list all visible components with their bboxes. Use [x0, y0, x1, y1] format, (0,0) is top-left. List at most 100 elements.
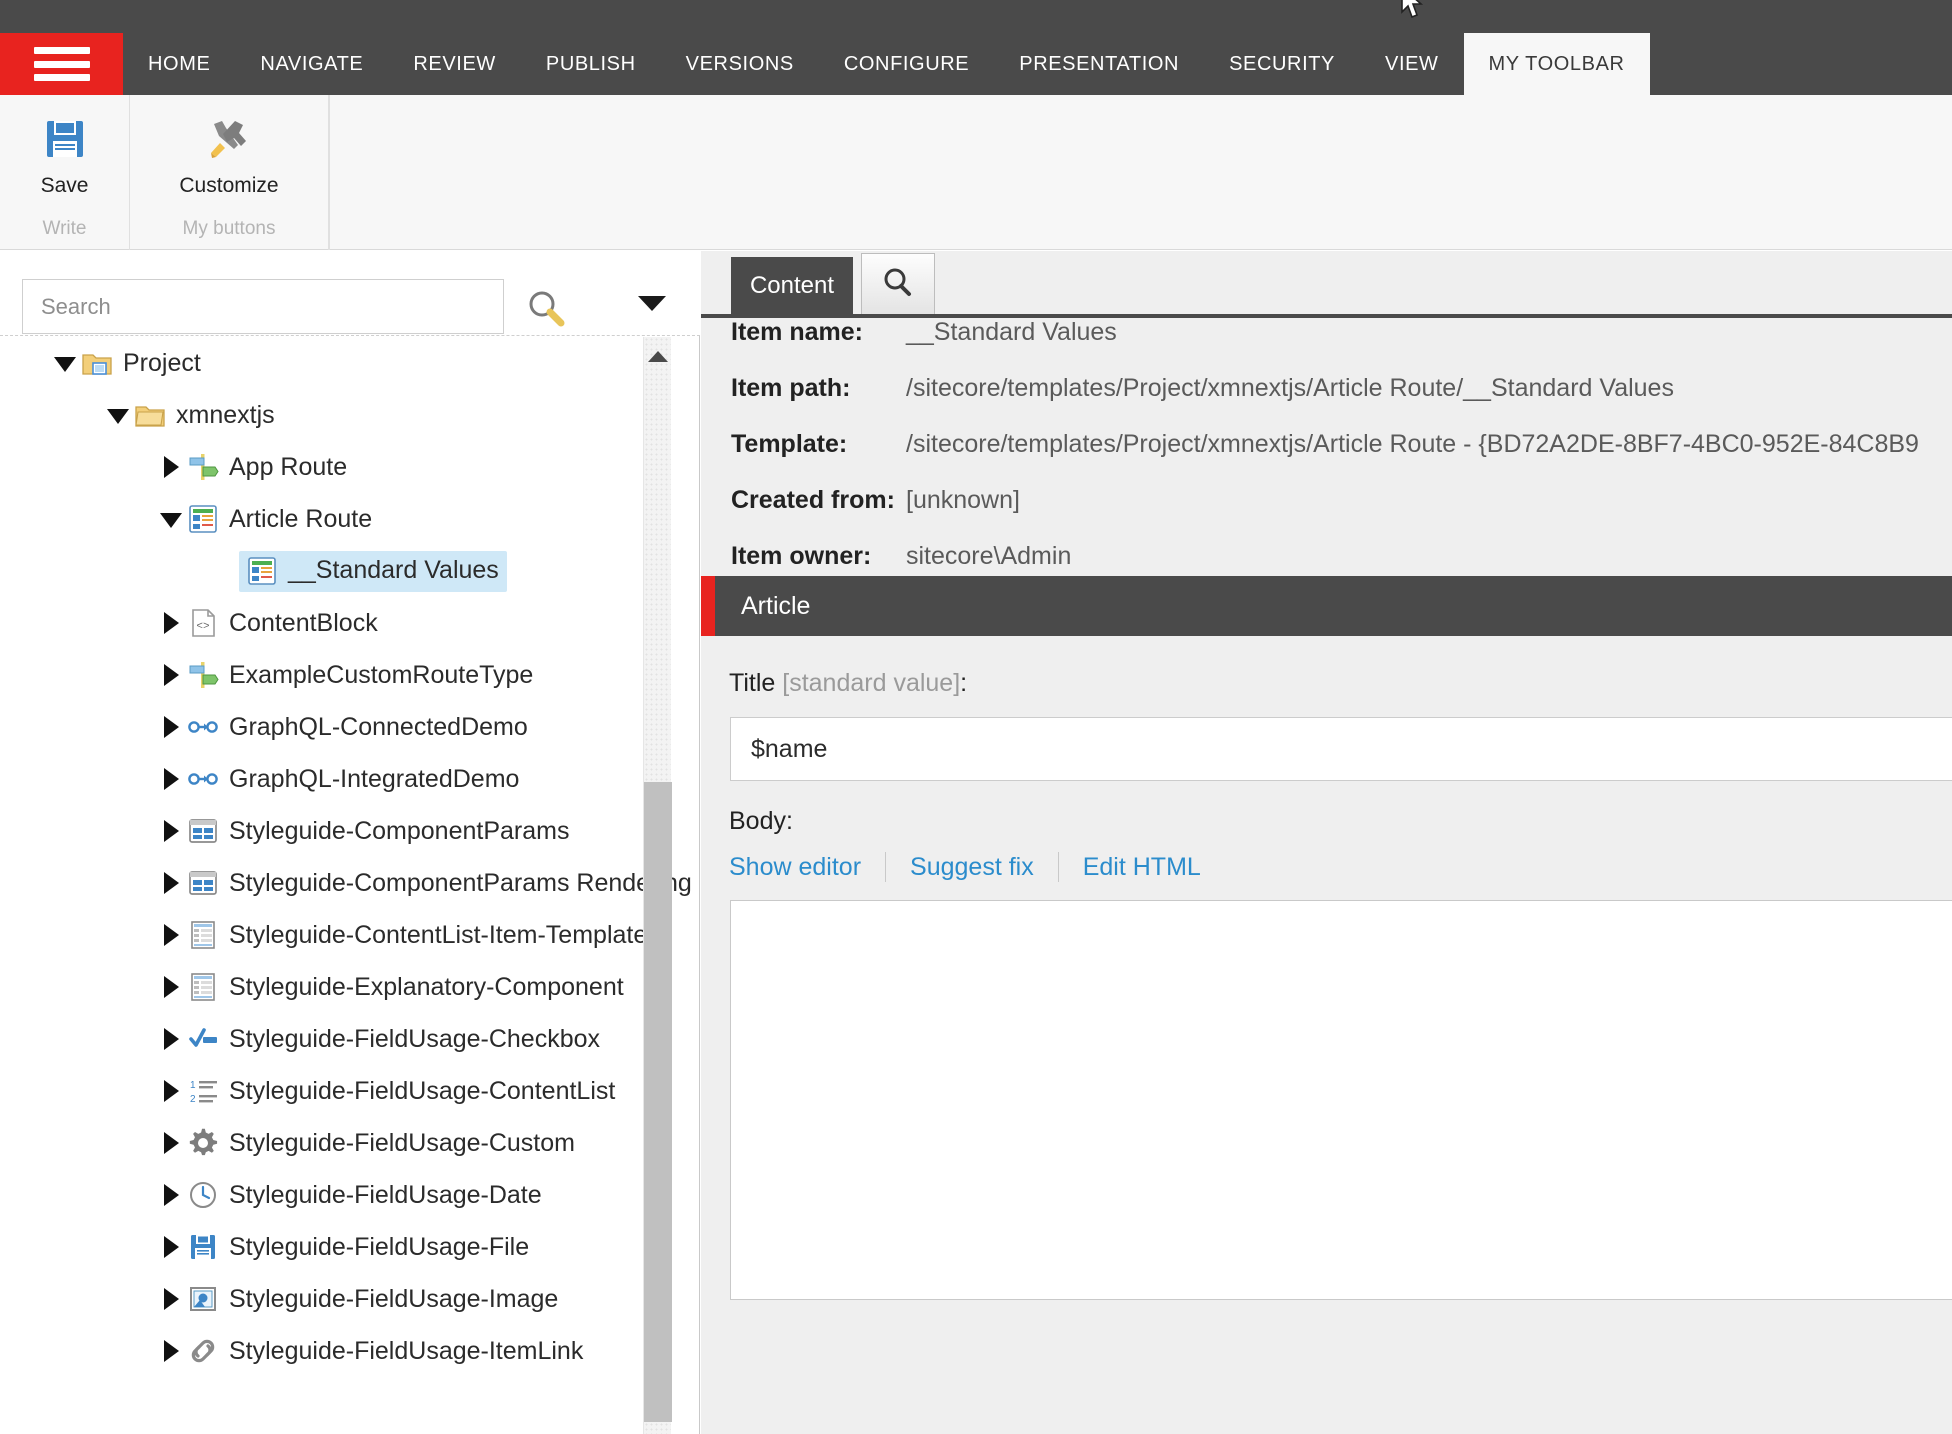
- tree-toggle-closed-icon[interactable]: [156, 1117, 186, 1169]
- section-accent-bar: [701, 576, 715, 636]
- tree-item-xmnextjs[interactable]: xmnextjs: [0, 389, 672, 441]
- field-body-editor[interactable]: [730, 900, 1952, 1300]
- ribbon-tab-configure[interactable]: CONFIGURE: [819, 33, 994, 95]
- ribbon-tab-security[interactable]: SECURITY: [1204, 33, 1360, 95]
- tree-item-content[interactable]: Styleguide-ContentList-Item-Template: [186, 918, 647, 952]
- tree-toggle-closed-icon[interactable]: [156, 441, 186, 493]
- ribbon-tab-publish[interactable]: PUBLISH: [521, 33, 661, 95]
- ribbon-tab-navigate[interactable]: NAVIGATE: [235, 33, 388, 95]
- link-divider: [885, 852, 887, 882]
- body-link-suggest-fix[interactable]: Suggest fix: [910, 853, 1034, 882]
- tree-item-content[interactable]: GraphQL-ConnectedDemo: [186, 710, 528, 744]
- tree-toggle-closed-icon[interactable]: [156, 1221, 186, 1273]
- tree-item-content[interactable]: Project: [80, 346, 201, 380]
- tab-content[interactable]: Content: [731, 257, 853, 314]
- scroll-up-arrow-icon[interactable]: [647, 351, 668, 362]
- tree-item-content[interactable]: Styleguide-FieldUsage-ItemLink: [186, 1334, 583, 1368]
- ribbon-tab-presentation[interactable]: PRESENTATION: [994, 33, 1204, 95]
- tree-item-styleguide-fieldusage-custom[interactable]: Styleguide-FieldUsage-Custom: [0, 1117, 672, 1169]
- template-icon: [186, 502, 220, 536]
- tree-toggle-closed-icon[interactable]: [156, 597, 186, 649]
- metadata-row: Created from: [unknown]: [701, 486, 1952, 542]
- tree-item-examplecustomroutetype[interactable]: ExampleCustomRouteType: [0, 649, 672, 701]
- tree-toggle-closed-icon[interactable]: [156, 961, 186, 1013]
- tree-item-content[interactable]: Styleguide-ComponentParams Rendering: [186, 866, 692, 900]
- tree-item-styleguide-contentlist-item-template[interactable]: Styleguide-ContentList-Item-Template: [0, 909, 672, 961]
- tree-item-styleguide-componentparams-rendering[interactable]: Styleguide-ComponentParams Rendering: [0, 857, 692, 909]
- tree-toggle-closed-icon[interactable]: [156, 753, 186, 805]
- tree-toggle-closed-icon[interactable]: [156, 1013, 186, 1065]
- tree-item-content[interactable]: ExampleCustomRouteType: [186, 658, 533, 692]
- hamburger-icon[interactable]: [0, 33, 123, 95]
- tree-item-content[interactable]: Styleguide-ComponentParams: [186, 814, 569, 848]
- tree-item-content[interactable]: 1 2 Styleguide-FieldUsage-ContentList: [186, 1074, 615, 1108]
- tab-search[interactable]: [861, 253, 935, 317]
- tree-item-contentblock[interactable]: <> ContentBlock: [0, 597, 672, 649]
- body-link-edit-html[interactable]: Edit HTML: [1083, 853, 1201, 882]
- tree-toggle-closed-icon[interactable]: [156, 649, 186, 701]
- save-button[interactable]: Save: [0, 113, 129, 198]
- tree-item-styleguide-fieldusage-checkbox[interactable]: Styleguide-FieldUsage-Checkbox: [0, 1013, 672, 1065]
- tree-toggle-closed-icon[interactable]: [156, 909, 186, 961]
- ribbon-tab-review[interactable]: REVIEW: [388, 33, 521, 95]
- tree-item-graphql-integrateddemo[interactable]: GraphQL-IntegratedDemo: [0, 753, 672, 805]
- tree-toggle-closed-icon[interactable]: [156, 805, 186, 857]
- search-input[interactable]: [23, 280, 503, 333]
- tree-toggle-closed-icon[interactable]: [156, 857, 186, 909]
- chevron-down-icon[interactable]: [638, 296, 666, 311]
- tree-item-content[interactable]: __Standard Values: [239, 550, 507, 592]
- save-button-label: Save: [40, 174, 89, 197]
- ribbon-tab-home[interactable]: HOME: [123, 33, 235, 95]
- tree-item-content[interactable]: Article Route: [186, 502, 372, 536]
- top-strip: [0, 0, 1952, 33]
- tree-toggle-closed-icon[interactable]: [156, 1169, 186, 1221]
- ribbon-tab-versions[interactable]: VERSIONS: [661, 33, 819, 95]
- tree-item-content[interactable]: Styleguide-Explanatory-Component: [186, 970, 624, 1004]
- tree-item-styleguide-explanatory-component[interactable]: Styleguide-Explanatory-Component: [0, 961, 672, 1013]
- tree-item-content[interactable]: <> ContentBlock: [186, 606, 378, 640]
- tree-item-label: Project: [123, 348, 201, 377]
- tree-item-content[interactable]: Styleguide-FieldUsage-Date: [186, 1178, 542, 1212]
- field-title-input[interactable]: [731, 718, 1952, 780]
- tree-item-graphql-connecteddemo[interactable]: GraphQL-ConnectedDemo: [0, 701, 672, 753]
- tree-item-standard-values[interactable]: __Standard Values: [0, 545, 672, 597]
- tree-item-content[interactable]: Styleguide-FieldUsage-Checkbox: [186, 1022, 600, 1056]
- tree-toggle-closed-icon[interactable]: [156, 1065, 186, 1117]
- search-input-wrapper[interactable]: [22, 279, 504, 334]
- tree-item-content[interactable]: Styleguide-FieldUsage-Image: [186, 1282, 558, 1316]
- folder-icon: [133, 398, 167, 432]
- ribbon-chunk-my-buttons: Customize My buttons: [130, 95, 329, 250]
- ribbon-tab-view[interactable]: VIEW: [1360, 33, 1464, 95]
- tree-item-label: Styleguide-FieldUsage-ContentList: [229, 1076, 616, 1105]
- tree-item-styleguide-fieldusage-image[interactable]: Styleguide-FieldUsage-Image: [0, 1273, 672, 1325]
- tree-item-project[interactable]: Project: [0, 337, 672, 389]
- ribbon-tab-my-toolbar[interactable]: MY TOOLBAR: [1463, 33, 1650, 95]
- tree-item-content[interactable]: Styleguide-FieldUsage-File: [186, 1230, 529, 1264]
- tree-item-styleguide-fieldusage-file[interactable]: Styleguide-FieldUsage-File: [0, 1221, 672, 1273]
- tree-item-content[interactable]: Styleguide-FieldUsage-Custom: [186, 1126, 575, 1160]
- tree-item-content[interactable]: GraphQL-IntegratedDemo: [186, 762, 519, 796]
- body-link-show-editor[interactable]: Show editor: [729, 853, 861, 882]
- metadata-value: [unknown]: [906, 486, 1020, 514]
- tree-item-styleguide-componentparams[interactable]: Styleguide-ComponentParams: [0, 805, 672, 857]
- tree-item-styleguide-fieldusage-itemlink[interactable]: Styleguide-FieldUsage-ItemLink: [0, 1325, 672, 1377]
- field-title-input-wrapper[interactable]: [730, 717, 1952, 781]
- tree-scrollbar-thumb[interactable]: [644, 782, 672, 1422]
- customize-button[interactable]: Customize: [130, 113, 328, 198]
- magnifier-icon[interactable]: [524, 287, 568, 331]
- tree-toggle-closed-icon[interactable]: [156, 1273, 186, 1325]
- tree-toggle-closed-icon[interactable]: [156, 701, 186, 753]
- tree-toggle-open-icon[interactable]: [156, 493, 186, 545]
- tree-item-content[interactable]: App Route: [186, 450, 347, 484]
- tree-item-label: Styleguide-FieldUsage-Custom: [229, 1128, 575, 1157]
- tree-item-app-route[interactable]: App Route: [0, 441, 672, 493]
- tree-item-content[interactable]: xmnextjs: [133, 398, 275, 432]
- tree-item-styleguide-fieldusage-contentlist[interactable]: 1 2 Styleguide-FieldUsage-ContentList: [0, 1065, 672, 1117]
- tree-item-article-route[interactable]: Article Route: [0, 493, 672, 545]
- tree-toggle-closed-icon[interactable]: [156, 1325, 186, 1377]
- tree-toggle-open-icon[interactable]: [50, 337, 80, 389]
- tree-item-styleguide-fieldusage-date[interactable]: Styleguide-FieldUsage-Date: [0, 1169, 672, 1221]
- tree-scrollbar[interactable]: [643, 337, 672, 1434]
- node-link-icon: [186, 710, 220, 744]
- tree-toggle-open-icon[interactable]: [103, 389, 133, 441]
